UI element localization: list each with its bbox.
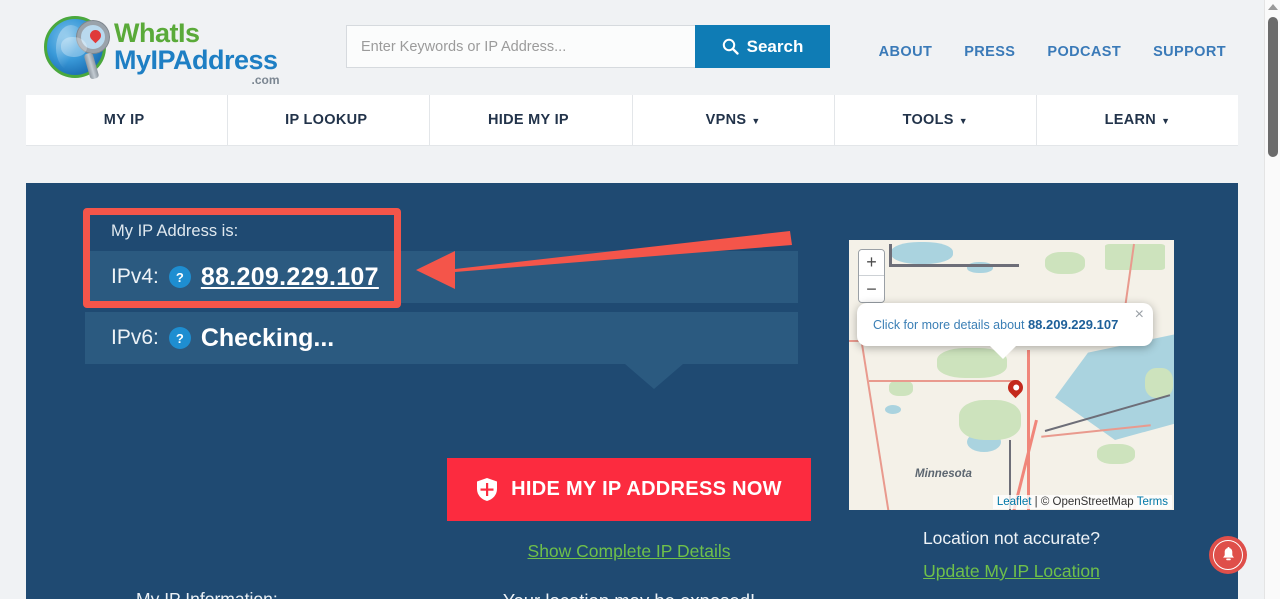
top-nav-support[interactable]: SUPPORT [1153,44,1226,60]
nav-item-ip-lookup[interactable]: IP LOOKUP [228,95,431,145]
map-zoom-controls: + − [858,249,885,303]
map-forest-4 [1105,244,1165,270]
scrollbar-thumb[interactable] [1268,17,1278,157]
ipv6-label: IPv6: [111,326,159,349]
map-zoom-out-button[interactable]: − [859,276,884,302]
help-icon[interactable]: ? [168,327,191,349]
top-nav: ABOUT PRESS PODCAST SUPPORT [879,44,1226,60]
ipv6-row: IPv6: ? Checking... [85,312,798,389]
hide-my-ip-button-label: HIDE MY IP ADDRESS NOW [511,478,782,500]
map-attribution: Leaflet | © OpenStreetMap Terms [992,495,1172,509]
site-header: WhatIs MyIPAddress .com Search ABOUT PRE… [0,0,1264,94]
ip-box-title: My IP Address is: [111,221,239,240]
map-popup-tail [990,346,1016,359]
map-water-north [891,242,953,264]
page-scrollbar[interactable] [1264,0,1280,599]
nav-item-tools[interactable]: TOOLS ▼ [834,95,1037,145]
ipv4-label: IPv4: [111,265,159,288]
attribution-separator: | [1034,496,1038,508]
logo-text: WhatIs MyIPAddress .com [114,18,280,87]
logo-line-2: MyIPAddress [114,45,278,75]
nav-item-vpns[interactable]: VPNS ▼ [632,95,835,145]
ipv4-row: IPv4: ? 88.209.229.107 [85,251,798,303]
shield-icon [477,478,498,501]
search-icon [722,38,739,55]
map-popup-text: Click for more details about 88.209.229.… [873,317,1141,332]
ip-address-box: My IP Address is: IPv4: ? 88.209.229.107… [85,211,798,389]
top-nav-podcast[interactable]: PODCAST [1047,44,1121,60]
map-forest-6 [1097,444,1135,464]
ipv4-value[interactable]: 88.209.229.107 [201,263,379,292]
ip-information-title: My IP Information: [136,589,278,599]
map-region-label: Minnesota [915,468,972,480]
location-map[interactable]: Minnesota + − × Click for more details a… [849,240,1174,510]
location-not-accurate-text: Location not accurate? [922,528,1101,548]
show-complete-ip-details-link[interactable]: Show Complete IP Details [528,541,731,561]
nav-label-tools: TOOLS [902,112,954,128]
map-popup[interactable]: × Click for more details about 88.209.22… [857,303,1153,359]
search-button[interactable]: Search [695,25,830,68]
bell-ring [1213,540,1243,570]
nav-item-hide-my-ip[interactable]: HIDE MY IP [430,95,633,145]
map-border-north [889,244,892,266]
nav-item-learn[interactable]: LEARN ▼ [1036,95,1239,145]
magnifier-handle [83,52,100,80]
map-popup-prefix: Click for more details about [873,318,1025,332]
close-icon[interactable]: × [1135,307,1144,323]
update-location-wrap: Update My IP Location [849,561,1174,582]
search-button-label: Search [746,36,804,56]
help-icon[interactable]: ? [168,266,191,288]
top-nav-press[interactable]: PRESS [964,44,1015,60]
update-my-ip-location-link[interactable]: Update My IP Location [923,561,1100,581]
map-forest-5 [889,380,913,396]
nav-item-my-ip[interactable]: MY IP [26,95,229,145]
logo-line-1: WhatIs [114,18,200,48]
chevron-down-icon: ▼ [958,116,968,126]
page-root: WhatIs MyIPAddress .com Search ABOUT PRE… [0,0,1280,599]
map-road-horizontal-1 [869,380,1019,382]
site-logo[interactable]: WhatIs MyIPAddress .com [44,16,280,86]
nav-label-vpns: VPNS [705,112,747,128]
hero-panel: My IP Address is: IPv4: ? 88.209.229.107… [26,183,1238,599]
speech-bubble-tail [625,364,683,389]
map-border-line [889,264,1019,267]
scroll-up-arrow-icon[interactable] [1268,4,1278,10]
nav-label-learn: LEARN [1104,112,1157,128]
map-popup-ip: 88.209.229.107 [1027,317,1119,332]
map-zoom-in-button[interactable]: + [859,250,884,276]
nav-label-my-ip: MY IP [103,112,145,128]
chevron-down-icon: ▼ [1161,116,1171,126]
map-forest-2 [959,400,1021,440]
map-pin-icon [87,27,104,44]
logo-dotcom: .com [251,73,280,87]
map-forest-3 [1045,252,1085,274]
globe-icon [44,16,109,80]
search-input[interactable] [346,25,695,68]
terms-link[interactable]: Terms [1137,496,1168,508]
main-nav: MY IP IP LOOKUP HIDE MY IP VPNS ▼ TOOLS … [26,95,1239,146]
bell-icon [1222,547,1234,561]
nav-label-ip-lookup: IP LOOKUP [285,112,368,128]
exposed-warning-text: Your location may be exposed! [503,590,755,599]
osm-copyright: © OpenStreetMap [1040,496,1134,508]
nav-label-hide-my-ip: HIDE MY IP [487,112,569,128]
search-bar: Search [346,25,830,68]
leaflet-link[interactable]: Leaflet [997,496,1032,508]
map-highway-vertical [1027,350,1030,510]
map-water-small-3 [885,405,901,414]
hide-my-ip-button[interactable]: HIDE MY IP ADDRESS NOW [447,458,811,521]
chevron-down-icon: ▼ [751,116,761,126]
notification-bell-button[interactable] [1209,536,1247,574]
show-details-wrap: Show Complete IP Details [447,541,811,562]
magnifier-icon [77,21,109,80]
ipv6-value: Checking... [200,323,335,352]
top-nav-about[interactable]: ABOUT [879,44,933,60]
